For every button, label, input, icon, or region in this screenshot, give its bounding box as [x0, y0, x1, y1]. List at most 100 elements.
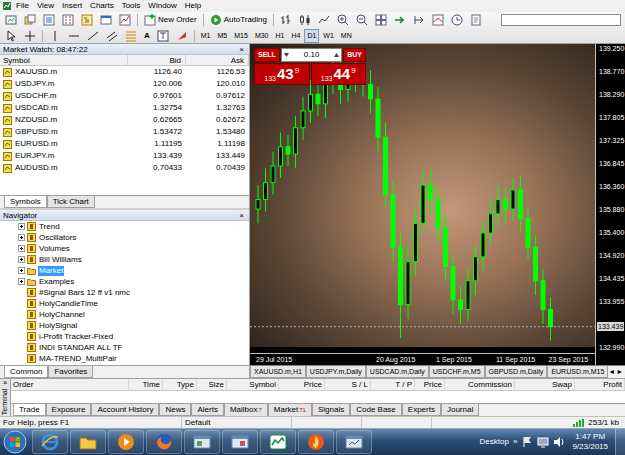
price-chart[interactable]: SELL0.10BUY13343913344929 Jul 201520 Aug… — [250, 44, 625, 365]
zoom-in-button[interactable] — [334, 13, 352, 27]
sell-price[interactable]: 133439 — [254, 63, 310, 85]
terminal-button[interactable] — [97, 13, 115, 27]
timeframe-button[interactable]: H1 — [273, 29, 288, 43]
menu-item[interactable]: Help — [181, 0, 205, 12]
buy-button[interactable]: BUY — [343, 48, 366, 62]
timeframe-button[interactable]: W1 — [320, 29, 337, 43]
taskbar-app[interactable] — [70, 430, 106, 454]
close-button[interactable]: × — [237, 210, 246, 220]
clock[interactable]: 1:47 PM9/23/2015 — [569, 432, 611, 452]
terminal-tab[interactable]: Trade — [13, 404, 46, 416]
show-desktop-button[interactable] — [615, 429, 625, 455]
chart-tab[interactable]: USDCHF.m,M5 — [429, 366, 485, 378]
taskbar-app[interactable] — [222, 430, 258, 454]
column-header[interactable]: Symbol — [227, 379, 279, 390]
channel-button[interactable] — [103, 29, 121, 43]
fibonacci-button[interactable] — [122, 29, 140, 43]
navigator-item[interactable]: MA-TREND_MultiPair — [0, 353, 249, 364]
search-field[interactable] — [501, 14, 621, 26]
new-chart-button[interactable] — [2, 13, 20, 27]
autotrading-button[interactable]: AutoTrading — [207, 13, 270, 27]
navigator-item[interactable]: Volumes — [0, 243, 249, 254]
column-header[interactable]: S / L — [325, 379, 371, 390]
column-header[interactable]: Commission — [445, 379, 515, 390]
column-header[interactable]: Type — [163, 379, 197, 390]
terminal-tab[interactable]: Alerts — [191, 404, 223, 416]
cursor-button[interactable] — [2, 29, 20, 43]
timeframe-button[interactable]: M15 — [231, 29, 251, 43]
timeframe-button[interactable]: M5 — [215, 29, 231, 43]
menu-item[interactable]: Charts — [86, 0, 118, 12]
taskbar-app[interactable] — [146, 430, 182, 454]
timeframe-button[interactable]: D1 — [304, 29, 319, 43]
taskbar-app[interactable] — [108, 430, 144, 454]
market-watch-button[interactable] — [40, 13, 58, 27]
menu-item[interactable]: File — [12, 0, 33, 12]
symbol-row[interactable]: USDCAD.m1.327541.32763 — [0, 102, 249, 114]
column-header[interactable]: Time — [129, 379, 163, 390]
bar-chart-button[interactable] — [277, 13, 295, 27]
crosshair-button[interactable] — [21, 29, 39, 43]
horizontal-line-button[interactable] — [65, 29, 83, 43]
tester-button[interactable] — [116, 13, 134, 27]
auto-scroll-button[interactable] — [391, 13, 409, 27]
menu-item[interactable]: View — [33, 0, 58, 12]
navigator-item[interactable]: HolyChannel — [0, 309, 249, 320]
symbol-row[interactable]: GBPUSD.m1.534721.53480 — [0, 126, 249, 138]
taskbar-app[interactable] — [336, 430, 372, 454]
close-button[interactable]: × — [0, 379, 10, 387]
text-tool-button[interactable]: A — [141, 29, 153, 43]
column-header[interactable]: Size — [197, 379, 227, 390]
scroll-left-button[interactable]: ◄ — [608, 366, 615, 377]
zoom-out-button[interactable] — [353, 13, 371, 27]
timeframe-button[interactable]: M1 — [198, 29, 214, 43]
terminal-tab[interactable]: Journal — [441, 404, 479, 416]
terminal-tab[interactable]: News — [159, 404, 191, 416]
desktop-toolbar[interactable]: Desktop — [480, 437, 509, 447]
column-header[interactable]: Swap — [515, 379, 575, 390]
chart-tab[interactable]: XAUUSD.m,H1 — [250, 366, 306, 378]
expand-toggle[interactable] — [18, 245, 25, 252]
column-header[interactable]: Symbol — [0, 55, 128, 66]
expand-toggle[interactable] — [18, 223, 25, 230]
expand-toggle[interactable] — [18, 278, 25, 285]
data-window-button[interactable] — [59, 13, 77, 27]
panel-tab[interactable]: Common — [4, 366, 48, 378]
column-header[interactable]: Ask — [186, 55, 249, 66]
navigator-item[interactable]: #Signal Bars 12 ff v1 nmc — [0, 287, 249, 298]
terminal-tab[interactable]: Exposure — [46, 404, 92, 416]
trendline-button[interactable] — [84, 29, 102, 43]
chart-plot[interactable]: SELL0.10BUY133439133449 — [250, 44, 595, 353]
templates-button[interactable] — [467, 13, 485, 27]
taskbar-app[interactable] — [260, 430, 296, 454]
taskbar-app[interactable] — [298, 430, 334, 454]
column-header[interactable]: T / P — [371, 379, 415, 390]
candlestick-button[interactable] — [296, 13, 314, 27]
close-button[interactable]: × — [237, 44, 246, 54]
panel-tab[interactable]: Tick Chart — [47, 196, 95, 208]
column-header[interactable]: Profit — [575, 379, 625, 390]
chart-tab[interactable]: USDCAD.m,Daily — [366, 366, 429, 378]
navigator-item[interactable]: HolyCandleTime — [0, 298, 249, 309]
chart-shift-button[interactable] — [410, 13, 428, 27]
expand-toggle[interactable] — [18, 234, 25, 241]
chart-tab[interactable]: USDJPY.m,Daily — [306, 366, 366, 378]
navigator-item[interactable]: HolySignal — [0, 320, 249, 331]
start-button[interactable] — [0, 430, 30, 454]
taskbar-app[interactable] — [184, 430, 220, 454]
terminal-tab[interactable]: Experts — [402, 404, 441, 416]
periods-button[interactable] — [448, 13, 466, 27]
navigator-item[interactable]: Oscillators — [0, 232, 249, 243]
menu-item[interactable]: Window — [144, 0, 180, 12]
tile-windows-button[interactable] — [372, 13, 390, 27]
chart-tab[interactable]: GBPUSD.m,Daily — [485, 366, 548, 378]
panel-tab[interactable]: Favorites — [48, 366, 93, 378]
buy-price[interactable]: 133449 — [311, 63, 367, 85]
navigator-item[interactable]: i-Profit Tracker-Fixed — [0, 331, 249, 342]
menu-item[interactable]: Tools — [118, 0, 145, 12]
navigator-item[interactable]: Bill Williams — [0, 254, 249, 265]
scroll-right-button[interactable]: ► — [616, 366, 623, 377]
panel-tab[interactable]: Symbols — [4, 196, 47, 208]
navigator-item[interactable]: Trend — [0, 221, 249, 232]
chart-tab[interactable]: EURUSD.m,M15 — [547, 366, 608, 378]
